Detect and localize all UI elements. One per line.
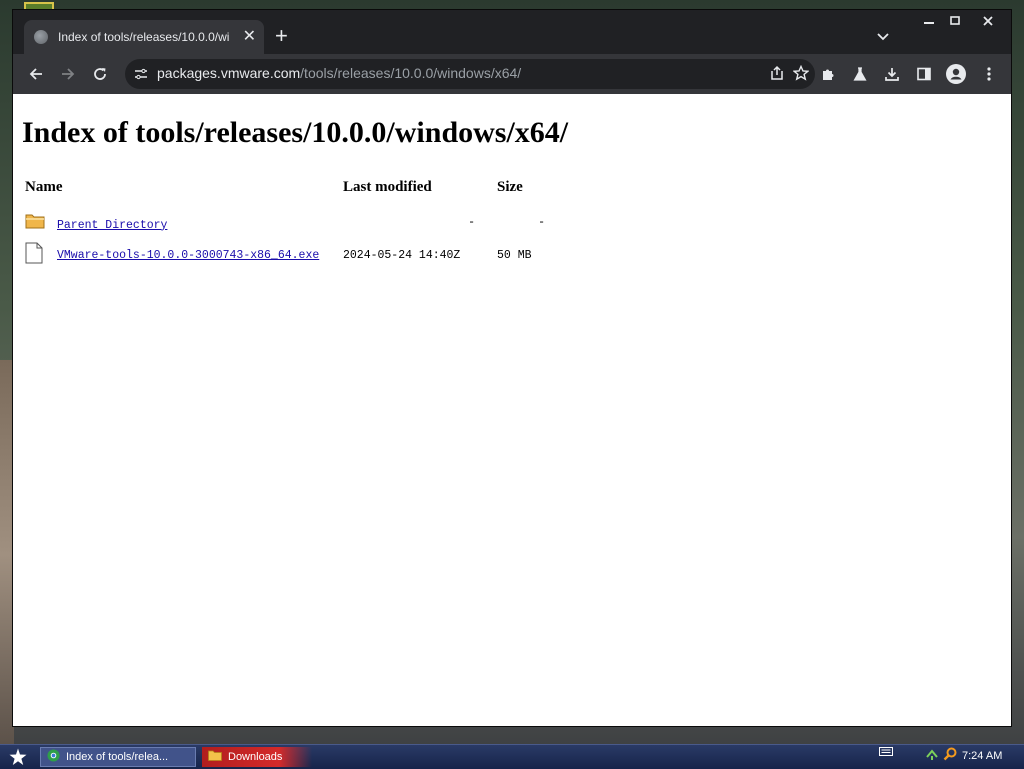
table-header-row: Name Last modified Size	[23, 178, 547, 204]
bookmark-star-icon[interactable]	[792, 64, 810, 86]
tab-active[interactable]: Index of tools/releases/10.0.0/windows/x…	[24, 20, 264, 54]
file-icon	[23, 240, 55, 270]
minimize-icon[interactable]	[916, 10, 942, 32]
reload-icon[interactable]	[88, 62, 112, 86]
tab-strip: Index of tools/releases/10.0.0/windows/x…	[13, 10, 1011, 54]
profile-avatar-icon[interactable]	[944, 62, 968, 86]
column-header-modified[interactable]: Last modified	[341, 178, 495, 204]
tab-title: Index of tools/releases/10.0.0/windows/x…	[58, 30, 230, 44]
folder-icon	[208, 750, 222, 764]
column-header-size[interactable]: Size	[495, 178, 547, 204]
vmware-tools-exe-link[interactable]: VMware-tools-10.0.0-3000743-x86_64.exe	[57, 249, 319, 262]
browser-toolbar: packages.vmware.com/tools/releases/10.0.…	[13, 54, 1011, 94]
taskbar: Index of tools/relea... Downloads 7:24 A…	[0, 744, 1024, 769]
maximize-icon[interactable]	[942, 10, 968, 32]
forward-arrow-icon[interactable]	[56, 62, 80, 86]
name-cell: VMware-tools-10.0.0-3000743-x86_64.exe	[55, 240, 341, 270]
taskbar-item-browser[interactable]: Index of tools/relea...	[40, 747, 196, 767]
back-arrow-icon[interactable]	[24, 62, 48, 86]
browser-window: Index of tools/releases/10.0.0/windows/x…	[12, 9, 1012, 727]
column-header-name[interactable]: Name	[23, 178, 341, 204]
close-window-icon[interactable]	[975, 10, 1001, 32]
address-bar[interactable]: packages.vmware.com/tools/releases/10.0.…	[125, 59, 815, 89]
tab-search-chevron-icon[interactable]	[877, 28, 889, 46]
close-tab-icon[interactable]: ✕	[243, 29, 256, 45]
file-listing-table: Name Last modified Size Parent Directory…	[23, 178, 547, 270]
name-cell: Parent Directory	[55, 204, 341, 240]
url-host: packages.vmware.com	[157, 65, 301, 81]
search-icon[interactable]	[942, 747, 958, 761]
parent-directory-link[interactable]: Parent Directory	[57, 219, 167, 232]
table-row: VMware-tools-10.0.0-3000743-x86_64.exe 2…	[23, 240, 547, 270]
modified-cell: 2024-05-24 14:40Z	[343, 248, 461, 262]
taskbar-item-label: Index of tools/relea...	[66, 751, 169, 763]
extensions-puzzle-icon[interactable]	[816, 62, 840, 86]
more-menu-icon[interactable]	[977, 62, 1001, 86]
size-cell: 50 MB	[497, 248, 532, 262]
taskbar-clock[interactable]: 7:24 AM	[962, 750, 1002, 762]
folder-icon	[23, 204, 55, 240]
globe-icon	[34, 30, 48, 44]
page-content: Index of tools/releases/10.0.0/windows/x…	[13, 94, 1011, 726]
network-icon[interactable]	[924, 747, 940, 761]
chrome-icon	[47, 749, 60, 765]
labs-flask-icon[interactable]	[848, 62, 872, 86]
url-text[interactable]: packages.vmware.com/tools/releases/10.0.…	[157, 65, 521, 81]
download-icon[interactable]	[880, 62, 904, 86]
site-info-icon[interactable]	[134, 67, 148, 86]
share-icon[interactable]	[769, 65, 785, 86]
url-path: /tools/releases/10.0.0/windows/x64/	[300, 65, 522, 81]
size-cell: -	[538, 215, 545, 229]
keyboard-icon[interactable]	[878, 747, 894, 756]
modified-cell: -	[468, 215, 475, 229]
page-title: Index of tools/releases/10.0.0/windows/x…	[22, 116, 569, 149]
side-panel-icon[interactable]	[912, 62, 936, 86]
start-star-icon[interactable]	[6, 746, 30, 768]
new-tab-button[interactable]: +	[275, 24, 288, 48]
taskbar-item-label: Downloads	[228, 751, 283, 763]
taskbar-item-downloads[interactable]: Downloads	[202, 747, 312, 767]
table-row: Parent Directory - -	[23, 204, 547, 240]
